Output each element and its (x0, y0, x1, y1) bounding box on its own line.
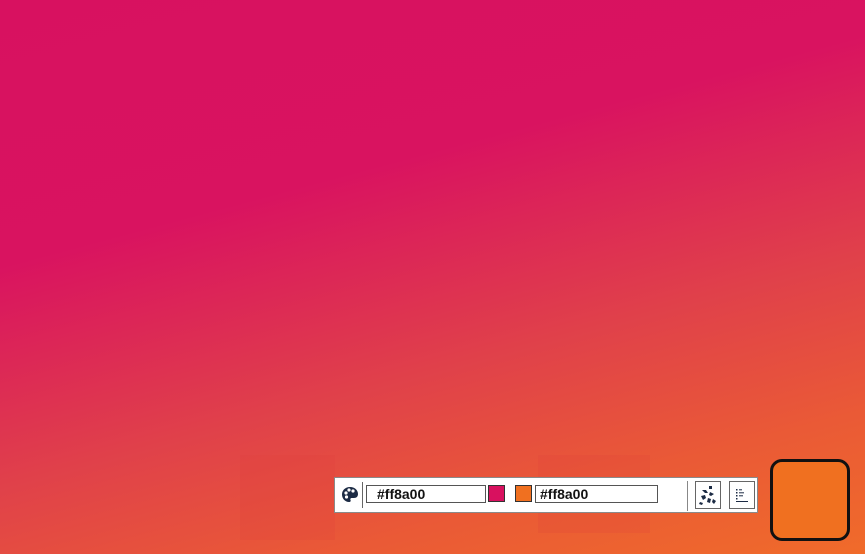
palette-button[interactable] (337, 482, 363, 508)
end-color-swatch[interactable] (515, 485, 532, 502)
list-icon (736, 489, 748, 502)
gradient-preview[interactable] (770, 459, 850, 541)
palette-icon (341, 487, 358, 502)
background-patch (240, 455, 335, 540)
start-color-input[interactable] (366, 485, 486, 503)
start-color-swatch[interactable] (488, 485, 505, 502)
end-color-input[interactable] (535, 485, 658, 503)
gradient-toolbar (334, 477, 758, 513)
random-gradient-button[interactable] (695, 481, 721, 509)
shuffle-icon (699, 486, 716, 505)
gradient-list-button[interactable] (729, 481, 755, 509)
toolbar-divider (687, 481, 688, 511)
